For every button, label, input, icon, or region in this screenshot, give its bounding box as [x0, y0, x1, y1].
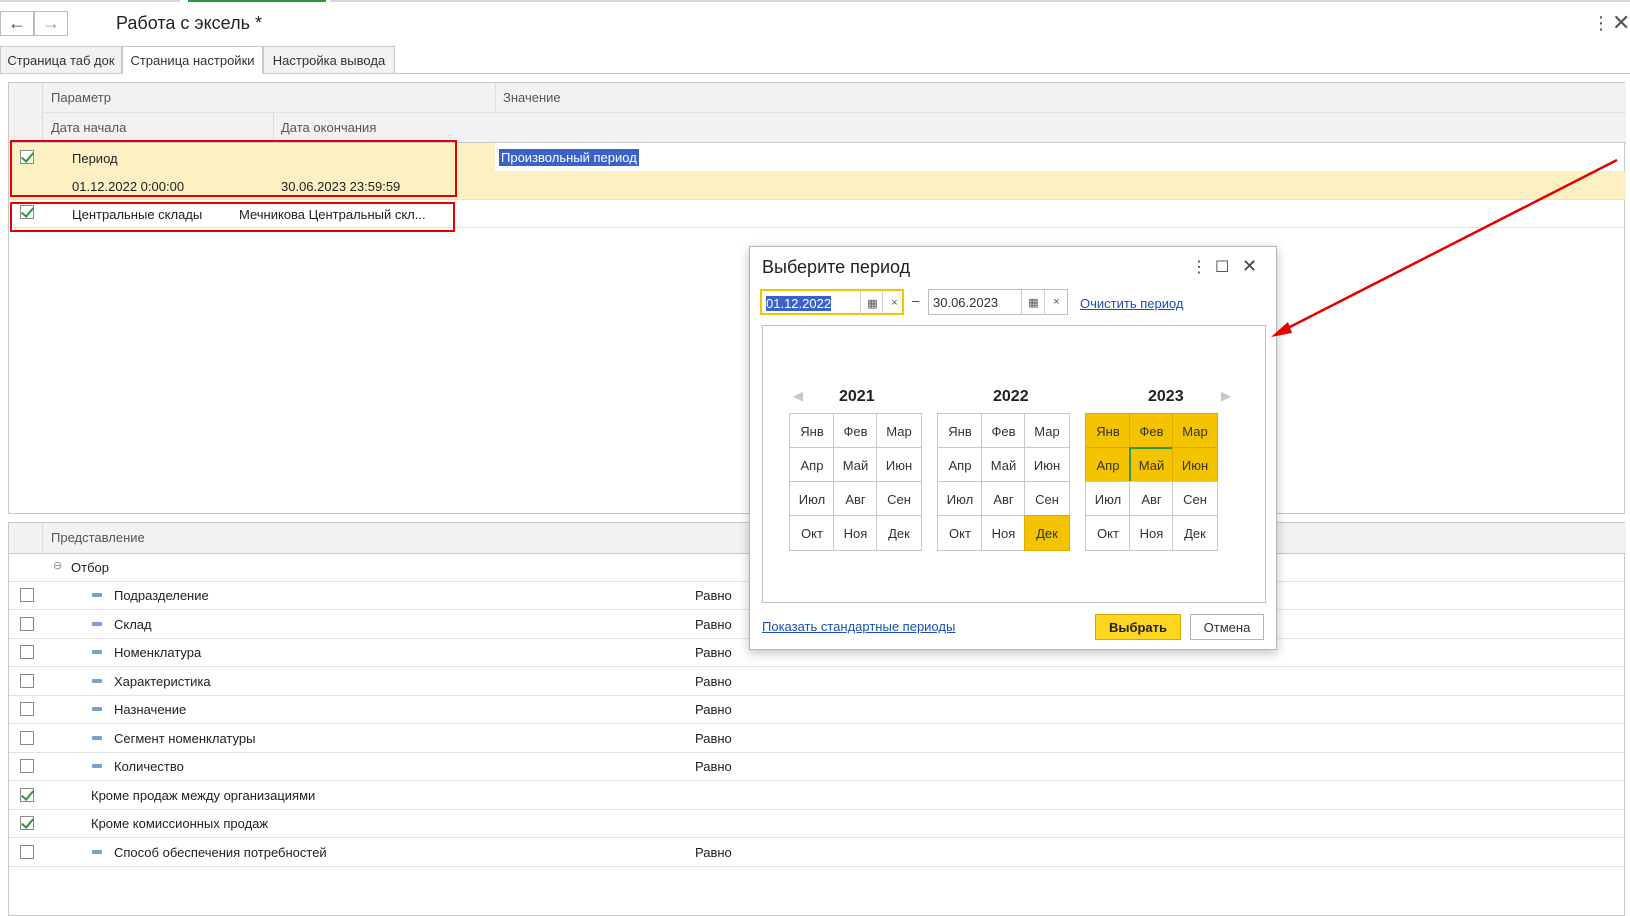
- annotation-arrow: [1271, 158, 1618, 337]
